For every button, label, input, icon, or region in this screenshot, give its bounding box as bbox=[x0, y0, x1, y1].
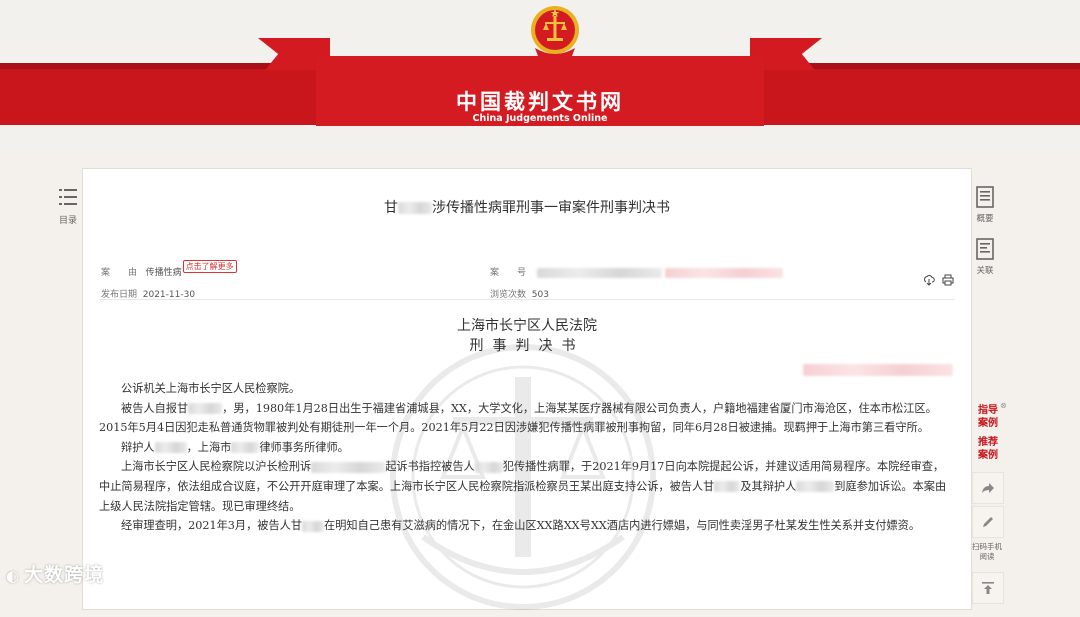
text-segment: 及其辩护人 bbox=[740, 479, 797, 493]
site-header: 中国裁判文书网 China Judgements Online bbox=[0, 0, 1080, 152]
pencil-icon bbox=[983, 517, 993, 527]
text-segment: 在明知自己患有艾滋病的情况下，在金山区XX路XX号XX酒店内进行嫖娼，与同性卖淫… bbox=[324, 519, 921, 533]
redacted-name bbox=[188, 403, 223, 415]
cause-label: 案 由 bbox=[101, 268, 138, 278]
learn-more-tag[interactable]: 点击了解更多 bbox=[182, 260, 237, 273]
download-icon[interactable] bbox=[923, 274, 935, 286]
toc-button[interactable]: 目录 bbox=[55, 186, 81, 226]
text-segment: 经审理查明，2021年3月，被告人甘 bbox=[121, 519, 303, 533]
right-rail: 概要 关联 bbox=[972, 186, 998, 290]
site-subtitle: China Judgements Online bbox=[472, 113, 608, 124]
paragraph-facts: 经审理查明，2021年3月，被告人甘 在明知自己患有艾滋病的情况下，在金山区XX路… bbox=[99, 516, 954, 536]
summary-label: 概要 bbox=[976, 214, 994, 224]
redacted-name bbox=[474, 461, 503, 473]
redacted-reference bbox=[803, 359, 953, 378]
meta-cause: 案 由 传播性病点击了解更多 bbox=[101, 260, 237, 279]
paragraph-defender: 辩护人 ，上海市 律师事务所律师。 bbox=[99, 438, 954, 458]
text-segment: ，上海市 bbox=[186, 440, 232, 454]
redacted-indictment-no bbox=[311, 461, 386, 473]
redacted-name bbox=[154, 442, 187, 454]
brand-logo-icon: ◐ bbox=[6, 567, 21, 585]
text-segment: 律师事务所律师。 bbox=[259, 440, 349, 454]
share-button[interactable] bbox=[972, 472, 1004, 504]
list-icon bbox=[59, 189, 77, 205]
redacted-name bbox=[398, 202, 432, 214]
case-recommendations: 指导案例 推荐案例 bbox=[976, 404, 1000, 462]
share-arrow-icon bbox=[982, 483, 994, 493]
doc-actions bbox=[923, 273, 954, 286]
title-text: 涉传播性病罪刑事一审案件刑事判决书 bbox=[432, 200, 670, 216]
related-docs-icon bbox=[976, 238, 994, 260]
redacted-ref-block bbox=[803, 363, 953, 376]
redacted-case-number-2 bbox=[665, 267, 784, 278]
meta-divider bbox=[99, 299, 955, 300]
site-title[interactable]: 中国裁判文书网 bbox=[316, 86, 764, 116]
document-type: 刑事判决书 bbox=[469, 338, 585, 354]
text-segment: ，男，1980年1月28日出生于福建省浦城县，XX，大学文化，上海某某医疗器械有… bbox=[99, 401, 937, 435]
toc-label: 目录 bbox=[58, 216, 77, 226]
court-emblem-icon bbox=[531, 6, 579, 60]
paragraph-defendant: 被告人自报甘 ，男，1980年1月28日出生于福建省浦城县，XX，大学文化，上海某… bbox=[99, 399, 954, 438]
qr-read-label[interactable]: 扫码手机阅读 bbox=[972, 542, 1002, 562]
text-segment: 起诉书指控被告人 bbox=[385, 460, 475, 474]
redacted-name bbox=[302, 520, 325, 532]
judgment-body: 公诉机关上海市长宁区人民检察院。 被告人自报甘 ，男，1980年1月28日出生于福… bbox=[99, 379, 954, 536]
meta-case-number: 案 号 bbox=[490, 265, 784, 278]
document-summary-icon bbox=[976, 186, 994, 208]
recommended-cases-link[interactable]: 推荐案例 bbox=[976, 436, 1000, 462]
document-title: 甘 涉传播性病罪刑事一审案件刑事判决书 bbox=[83, 197, 971, 217]
document-panel: 甘涉传播性病罪刑事一审案件刑事判决书 案 由 传播性病点击了解更多 案 号 发布… bbox=[82, 168, 972, 610]
redacted-case-number bbox=[537, 267, 663, 278]
text-segment: 辩护人 bbox=[121, 440, 155, 454]
arrow-up-icon bbox=[982, 582, 994, 594]
court-name: 上海市长宁区人民法院 bbox=[457, 318, 597, 334]
brand-watermark: ◐ 大数跨境 bbox=[6, 560, 104, 587]
brand-name: 大数跨境 bbox=[24, 564, 105, 586]
title-defendant-surname: 甘 bbox=[384, 200, 398, 216]
paragraph-prosecutor: 公诉机关上海市长宁区人民检察院。 bbox=[121, 382, 301, 395]
summary-button[interactable]: 概要 bbox=[972, 186, 998, 224]
paragraph-procedure: 上海市长宁区人民检察院以沪长检刑诉 起诉书指控被告人 犯传播性病罪，于2021年9月… bbox=[99, 457, 954, 516]
close-icon[interactable]: ⊗ bbox=[1000, 401, 1007, 410]
related-label: 关联 bbox=[976, 266, 994, 276]
redacted-name bbox=[714, 481, 741, 493]
print-icon[interactable] bbox=[942, 274, 954, 286]
edit-button[interactable] bbox=[972, 506, 1004, 538]
case-no-label: 案 号 bbox=[490, 268, 527, 278]
cause-value[interactable]: 传播性病 bbox=[146, 268, 182, 278]
related-button[interactable]: 关联 bbox=[972, 238, 998, 276]
text-segment: 被告人自报甘 bbox=[121, 401, 189, 415]
back-to-top-button[interactable] bbox=[972, 572, 1004, 604]
guide-cases-link[interactable]: 指导案例 bbox=[976, 404, 1000, 430]
redacted-firm bbox=[231, 442, 260, 454]
redacted-name bbox=[796, 481, 835, 493]
text-segment: 上海市长宁区人民检察院以沪长检刑诉 bbox=[121, 460, 312, 474]
